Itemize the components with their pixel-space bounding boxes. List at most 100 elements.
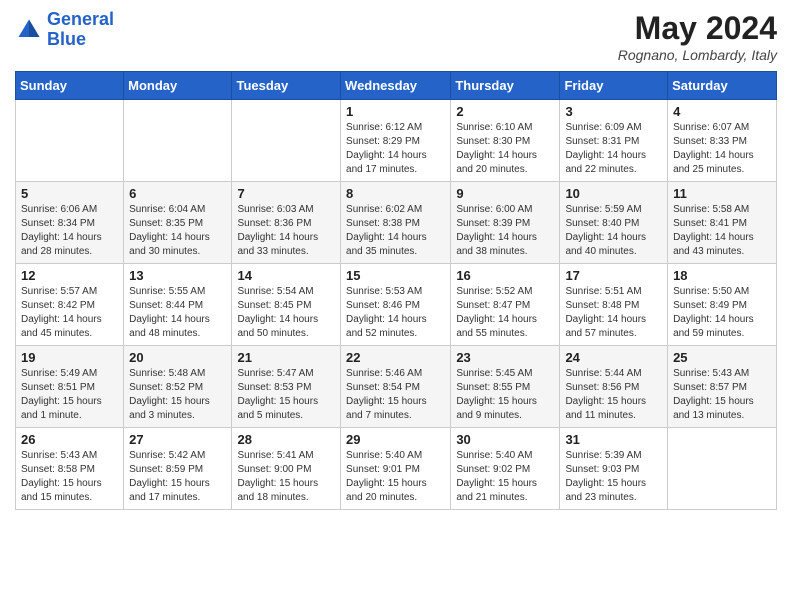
- day-number: 26: [21, 432, 118, 447]
- weekday-header: Friday: [560, 72, 668, 100]
- calendar-week-row: 12 Sunrise: 5:57 AMSunset: 8:42 PMDayligh…: [16, 264, 777, 346]
- logo-text: General Blue: [47, 10, 114, 50]
- calendar-cell: 11 Sunrise: 5:58 AMSunset: 8:41 PMDayligh…: [668, 182, 777, 264]
- day-number: 14: [237, 268, 335, 283]
- day-info: Sunrise: 6:00 AMSunset: 8:39 PMDaylight:…: [456, 203, 554, 259]
- day-number: 10: [565, 186, 662, 201]
- day-info: Sunrise: 5:46 AMSunset: 8:54 PMDaylight:…: [346, 367, 445, 423]
- calendar-cell: [668, 428, 777, 510]
- calendar-cell: 7 Sunrise: 6:03 AMSunset: 8:36 PMDaylight…: [232, 182, 341, 264]
- calendar-cell: 5Sunrise: 6:06 AMSunset: 8:34 PMDaylight…: [16, 182, 124, 264]
- calendar-cell: 20Sunrise: 5:48 AMSunset: 8:52 PMDayligh…: [124, 346, 232, 428]
- calendar-cell: 16Sunrise: 5:52 AMSunset: 8:47 PMDayligh…: [451, 264, 560, 346]
- day-number: 3: [565, 104, 662, 119]
- day-info: Sunrise: 5:39 AMSunset: 9:03 PMDaylight:…: [565, 449, 662, 505]
- calendar-cell: 15 Sunrise: 5:53 AMSunset: 8:46 PMDayligh…: [341, 264, 451, 346]
- calendar-cell: 26 Sunrise: 5:43 AMSunset: 8:58 PMDayligh…: [16, 428, 124, 510]
- calendar-cell: 29Sunrise: 5:40 AMSunset: 9:01 PMDayligh…: [341, 428, 451, 510]
- calendar-week-row: 19Sunrise: 5:49 AMSunset: 8:51 PMDayligh…: [16, 346, 777, 428]
- day-info: Sunrise: 5:59 AMSunset: 8:40 PMDaylight:…: [565, 203, 662, 259]
- day-number: 23: [456, 350, 554, 365]
- day-info: Sunrise: 5:55 AMSunset: 8:44 PMDaylight:…: [129, 285, 226, 341]
- calendar-cell: 14 Sunrise: 5:54 AMSunset: 8:45 PMDayligh…: [232, 264, 341, 346]
- day-info: Sunrise: 6:03 AMSunset: 8:36 PMDaylight:…: [237, 203, 335, 259]
- day-number: 9: [456, 186, 554, 201]
- calendar-cell: 22 Sunrise: 5:46 AMSunset: 8:54 PMDayligh…: [341, 346, 451, 428]
- day-info: Sunrise: 5:54 AMSunset: 8:45 PMDaylight:…: [237, 285, 335, 341]
- month-year: May 2024: [618, 10, 777, 47]
- day-number: 2: [456, 104, 554, 119]
- title-block: May 2024 Rognano, Lombardy, Italy: [618, 10, 777, 63]
- day-number: 29: [346, 432, 445, 447]
- calendar-cell: 4Sunrise: 6:07 AMSunset: 8:33 PMDaylight…: [668, 100, 777, 182]
- day-info: Sunrise: 6:02 AMSunset: 8:38 PMDaylight:…: [346, 203, 445, 259]
- day-number: 4: [673, 104, 771, 119]
- calendar-cell: 25 Sunrise: 5:43 AMSunset: 8:57 PMDayligh…: [668, 346, 777, 428]
- calendar-week-row: 5Sunrise: 6:06 AMSunset: 8:34 PMDaylight…: [16, 182, 777, 264]
- day-info: Sunrise: 5:40 AMSunset: 9:02 PMDaylight:…: [456, 449, 554, 505]
- calendar-cell: 10 Sunrise: 5:59 AMSunset: 8:40 PMDayligh…: [560, 182, 668, 264]
- calendar-cell: 23 Sunrise: 5:45 AMSunset: 8:55 PMDayligh…: [451, 346, 560, 428]
- day-info: Sunrise: 5:58 AMSunset: 8:41 PMDaylight:…: [673, 203, 771, 259]
- calendar-cell: 3Sunrise: 6:09 AMSunset: 8:31 PMDaylight…: [560, 100, 668, 182]
- day-info: Sunrise: 5:53 AMSunset: 8:46 PMDaylight:…: [346, 285, 445, 341]
- day-number: 24: [565, 350, 662, 365]
- logo-line2: Blue: [47, 29, 86, 49]
- logo-icon: [15, 16, 43, 44]
- day-info: Sunrise: 5:49 AMSunset: 8:51 PMDaylight:…: [21, 367, 118, 423]
- day-number: 27: [129, 432, 226, 447]
- calendar-cell: 18 Sunrise: 5:50 AMSunset: 8:49 PMDayligh…: [668, 264, 777, 346]
- day-number: 21: [237, 350, 335, 365]
- day-info: Sunrise: 6:12 AMSunset: 8:29 PMDaylight:…: [346, 121, 445, 177]
- calendar-cell: 17 Sunrise: 5:51 AMSunset: 8:48 PMDayligh…: [560, 264, 668, 346]
- calendar-week-row: 26 Sunrise: 5:43 AMSunset: 8:58 PMDayligh…: [16, 428, 777, 510]
- weekday-header: Sunday: [16, 72, 124, 100]
- weekday-header: Monday: [124, 72, 232, 100]
- calendar-cell: 27 Sunrise: 5:42 AMSunset: 8:59 PMDayligh…: [124, 428, 232, 510]
- calendar-table: SundayMondayTuesdayWednesdayThursdayFrid…: [15, 71, 777, 510]
- day-number: 12: [21, 268, 118, 283]
- day-info: Sunrise: 5:42 AMSunset: 8:59 PMDaylight:…: [129, 449, 226, 505]
- calendar-cell: 8 Sunrise: 6:02 AMSunset: 8:38 PMDaylight…: [341, 182, 451, 264]
- calendar-cell: 13Sunrise: 5:55 AMSunset: 8:44 PMDayligh…: [124, 264, 232, 346]
- day-info: Sunrise: 5:51 AMSunset: 8:48 PMDaylight:…: [565, 285, 662, 341]
- day-number: 5: [21, 186, 118, 201]
- calendar-cell: 28 Sunrise: 5:41 AMSunset: 9:00 PMDayligh…: [232, 428, 341, 510]
- weekday-header: Thursday: [451, 72, 560, 100]
- calendar-cell: [16, 100, 124, 182]
- day-info: Sunrise: 5:43 AMSunset: 8:57 PMDaylight:…: [673, 367, 771, 423]
- location: Rognano, Lombardy, Italy: [618, 47, 777, 63]
- logo-line1: General: [47, 9, 114, 29]
- day-number: 17: [565, 268, 662, 283]
- day-number: 7: [237, 186, 335, 201]
- calendar-cell: 30Sunrise: 5:40 AMSunset: 9:02 PMDayligh…: [451, 428, 560, 510]
- calendar-cell: 21 Sunrise: 5:47 AMSunset: 8:53 PMDayligh…: [232, 346, 341, 428]
- page-header: General Blue May 2024 Rognano, Lombardy,…: [15, 10, 777, 63]
- day-info: Sunrise: 6:04 AMSunset: 8:35 PMDaylight:…: [129, 203, 226, 259]
- day-info: Sunrise: 5:52 AMSunset: 8:47 PMDaylight:…: [456, 285, 554, 341]
- calendar-cell: 31 Sunrise: 5:39 AMSunset: 9:03 PMDayligh…: [560, 428, 668, 510]
- calendar-cell: 12 Sunrise: 5:57 AMSunset: 8:42 PMDayligh…: [16, 264, 124, 346]
- day-number: 11: [673, 186, 771, 201]
- day-info: Sunrise: 5:44 AMSunset: 8:56 PMDaylight:…: [565, 367, 662, 423]
- day-info: Sunrise: 5:43 AMSunset: 8:58 PMDaylight:…: [21, 449, 118, 505]
- day-info: Sunrise: 5:50 AMSunset: 8:49 PMDaylight:…: [673, 285, 771, 341]
- day-info: Sunrise: 5:57 AMSunset: 8:42 PMDaylight:…: [21, 285, 118, 341]
- day-info: Sunrise: 5:48 AMSunset: 8:52 PMDaylight:…: [129, 367, 226, 423]
- calendar-cell: 6 Sunrise: 6:04 AMSunset: 8:35 PMDaylight…: [124, 182, 232, 264]
- day-number: 8: [346, 186, 445, 201]
- day-number: 31: [565, 432, 662, 447]
- day-number: 25: [673, 350, 771, 365]
- day-info: Sunrise: 5:45 AMSunset: 8:55 PMDaylight:…: [456, 367, 554, 423]
- day-info: Sunrise: 5:47 AMSunset: 8:53 PMDaylight:…: [237, 367, 335, 423]
- weekday-header: Tuesday: [232, 72, 341, 100]
- day-number: 15: [346, 268, 445, 283]
- calendar-cell: 9 Sunrise: 6:00 AMSunset: 8:39 PMDaylight…: [451, 182, 560, 264]
- day-number: 6: [129, 186, 226, 201]
- day-number: 28: [237, 432, 335, 447]
- day-number: 18: [673, 268, 771, 283]
- day-info: Sunrise: 5:41 AMSunset: 9:00 PMDaylight:…: [237, 449, 335, 505]
- logo: General Blue: [15, 10, 114, 50]
- day-number: 22: [346, 350, 445, 365]
- calendar-cell: [124, 100, 232, 182]
